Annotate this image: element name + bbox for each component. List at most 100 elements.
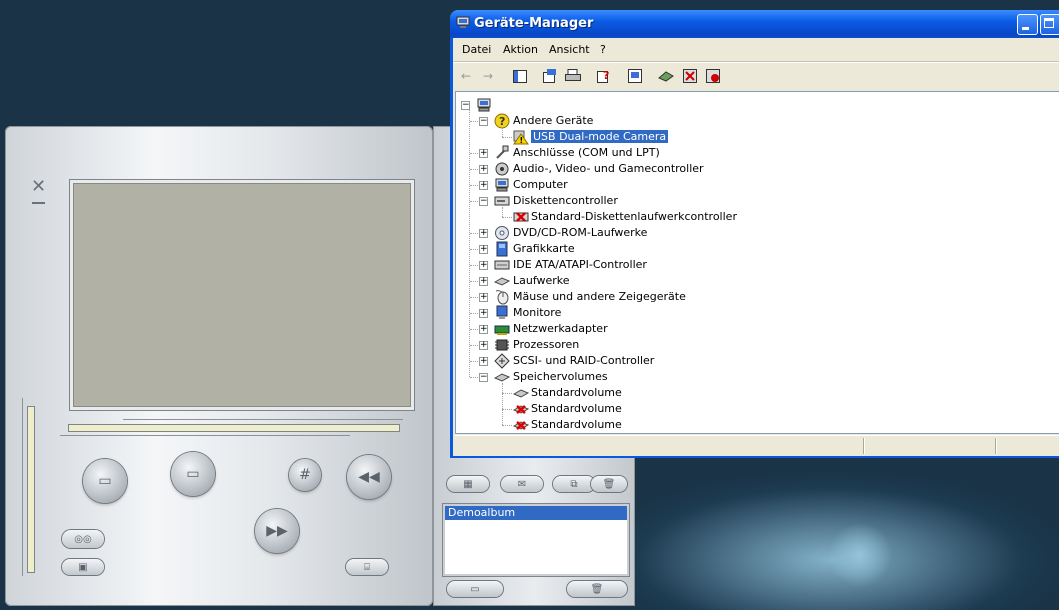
copy-icon: ⧉ bbox=[570, 478, 578, 490]
tree-item[interactable]: IDE ATA/ATAPI-Controller bbox=[513, 257, 647, 273]
tree-item[interactable]: Computer bbox=[513, 177, 568, 193]
properties-icon[interactable] bbox=[542, 68, 558, 84]
expand-button[interactable]: + bbox=[479, 341, 488, 350]
menu-datei[interactable]: Datei bbox=[462, 43, 491, 56]
console-tree-icon[interactable] bbox=[512, 68, 528, 84]
expand-button[interactable]: + bbox=[479, 181, 488, 190]
save-icon: ▣ bbox=[78, 561, 88, 573]
collapse-button[interactable]: − bbox=[479, 117, 488, 126]
close-icon[interactable]: ✕ bbox=[31, 178, 46, 196]
tree-item[interactable]: DVD/CD-ROM-Laufwerke bbox=[513, 225, 647, 241]
tree-item-label: Mäuse und andere Zeigegeräte bbox=[513, 290, 686, 303]
tree-item[interactable]: Standardvolume bbox=[531, 417, 622, 433]
tree-connector bbox=[470, 233, 478, 234]
fullscreen-button[interactable]: ⌸ bbox=[346, 559, 388, 575]
device-tree[interactable]: − −? Andere Geräte! USB Dual-mode Camera + An… bbox=[455, 91, 1059, 434]
forward-icon[interactable]: → bbox=[480, 68, 496, 84]
tree-connector bbox=[470, 281, 478, 282]
tree-connector bbox=[502, 137, 512, 138]
tree-item[interactable]: Monitore bbox=[513, 305, 561, 321]
tree-item[interactable]: Standardvolume bbox=[531, 385, 622, 401]
expand-button[interactable]: + bbox=[479, 293, 488, 302]
tree-item[interactable]: Standard-Diskettenlaufwerkcontroller bbox=[531, 209, 737, 225]
fast-forward-button[interactable]: ▶▶ bbox=[255, 509, 299, 553]
ide-icon bbox=[494, 260, 510, 270]
tree-item[interactable]: Andere Geräte bbox=[513, 113, 593, 129]
tree-item[interactable]: Speichervolumes bbox=[513, 369, 608, 385]
disable-icon[interactable] bbox=[705, 68, 721, 84]
tree-item[interactable]: Audio-, Video- und Gamecontroller bbox=[513, 161, 704, 177]
effects-icon: ◎◎ bbox=[74, 533, 92, 545]
expand-button[interactable]: + bbox=[479, 277, 488, 286]
tree-item-label: Standardvolume bbox=[531, 386, 622, 399]
copy-button[interactable]: ⧉ bbox=[553, 476, 595, 492]
expand-button[interactable]: + bbox=[479, 357, 488, 366]
grid-icon: ▦ bbox=[463, 478, 473, 490]
rewind-button[interactable]: ◀◀ bbox=[347, 455, 391, 499]
back-icon[interactable]: ← bbox=[458, 68, 474, 84]
camera-preview-screen bbox=[70, 180, 414, 410]
maximize-button[interactable] bbox=[1040, 14, 1059, 35]
snapshot-button[interactable]: ▭ bbox=[83, 459, 127, 503]
progress-frame-top bbox=[123, 419, 403, 422]
tree-item[interactable]: Grafikkarte bbox=[513, 241, 575, 257]
collapse-button[interactable]: − bbox=[479, 373, 488, 382]
help-icon[interactable]: ? bbox=[596, 68, 612, 84]
tree-item-label: Anschlüsse (COM und LPT) bbox=[513, 146, 660, 159]
print-icon[interactable] bbox=[565, 68, 581, 84]
tree-item[interactable]: Anschlüsse (COM und LPT) bbox=[513, 145, 660, 161]
expand-button[interactable]: + bbox=[479, 149, 488, 158]
expand-button[interactable]: + bbox=[479, 229, 488, 238]
album-item[interactable]: Demoalbum bbox=[445, 506, 627, 520]
thumbnail-view-button[interactable]: ▦ bbox=[447, 476, 489, 492]
collapse-button[interactable]: − bbox=[479, 197, 488, 206]
expand-button[interactable]: + bbox=[479, 309, 488, 318]
delete-album-button[interactable]: 🗑 bbox=[567, 581, 627, 597]
cpu-icon bbox=[495, 339, 509, 351]
zoom-slider[interactable] bbox=[27, 406, 35, 573]
mouse-icon bbox=[495, 290, 509, 305]
menu-help[interactable]: ? bbox=[600, 43, 606, 56]
scan-icon[interactable] bbox=[627, 68, 643, 84]
tree-item[interactable]: Laufwerke bbox=[513, 273, 570, 289]
title-bar[interactable]: Geräte-Manager bbox=[450, 10, 1059, 38]
tree-item[interactable]: Prozessoren bbox=[513, 337, 579, 353]
expand-button[interactable]: + bbox=[479, 325, 488, 334]
tree-item[interactable]: Standardvolume bbox=[531, 401, 622, 417]
tree-item-label: Diskettencontroller bbox=[513, 194, 618, 207]
scsi-icon bbox=[494, 353, 510, 369]
toolbar: ← → ? bbox=[453, 62, 1059, 89]
album-list[interactable]: Demoalbum bbox=[443, 504, 629, 576]
menu-aktion[interactable]: Aktion bbox=[503, 43, 538, 56]
delete-button[interactable]: 🗑 bbox=[591, 476, 627, 492]
tree-item-label: SCSI- und RAID-Controller bbox=[513, 354, 655, 367]
menu-ansicht[interactable]: Ansicht bbox=[549, 43, 590, 56]
display-adapter-icon bbox=[496, 241, 508, 257]
expand-button[interactable]: + bbox=[479, 245, 488, 254]
effects-button[interactable]: ◎◎ bbox=[62, 530, 104, 548]
tree-item[interactable]: Diskettencontroller bbox=[513, 193, 618, 209]
tree-item-label: Standardvolume bbox=[531, 402, 622, 415]
tree-item-label: IDE ATA/ATAPI-Controller bbox=[513, 258, 647, 271]
minimize-icon[interactable] bbox=[32, 202, 45, 204]
collapse-button[interactable]: − bbox=[461, 101, 470, 110]
save-button[interactable]: ▣ bbox=[62, 559, 104, 575]
tree-connector bbox=[470, 169, 478, 170]
expand-button[interactable]: + bbox=[479, 261, 488, 270]
tree-item[interactable]: SCSI- und RAID-Controller bbox=[513, 353, 654, 369]
svg-text:?: ? bbox=[603, 69, 609, 82]
minimize-button[interactable] bbox=[1017, 14, 1038, 35]
tree-item[interactable]: Mäuse und andere Zeigegeräte bbox=[513, 289, 686, 305]
tree-item-selected[interactable]: USB Dual-mode Camera bbox=[531, 129, 669, 145]
capture-button[interactable]: ▭ bbox=[171, 452, 215, 496]
open-album-button[interactable]: ▭ bbox=[447, 581, 503, 597]
progress-track[interactable] bbox=[68, 424, 400, 432]
trash-icon: 🗑 bbox=[602, 478, 616, 490]
uninstall-icon[interactable] bbox=[682, 68, 698, 84]
update-driver-icon[interactable] bbox=[658, 68, 674, 84]
cdrom-icon bbox=[495, 226, 509, 240]
email-button[interactable]: ✉ bbox=[501, 476, 543, 492]
tree-item[interactable]: Netzwerkadapter bbox=[513, 321, 608, 337]
settings-button[interactable]: # bbox=[289, 459, 321, 491]
expand-button[interactable]: + bbox=[479, 165, 488, 174]
